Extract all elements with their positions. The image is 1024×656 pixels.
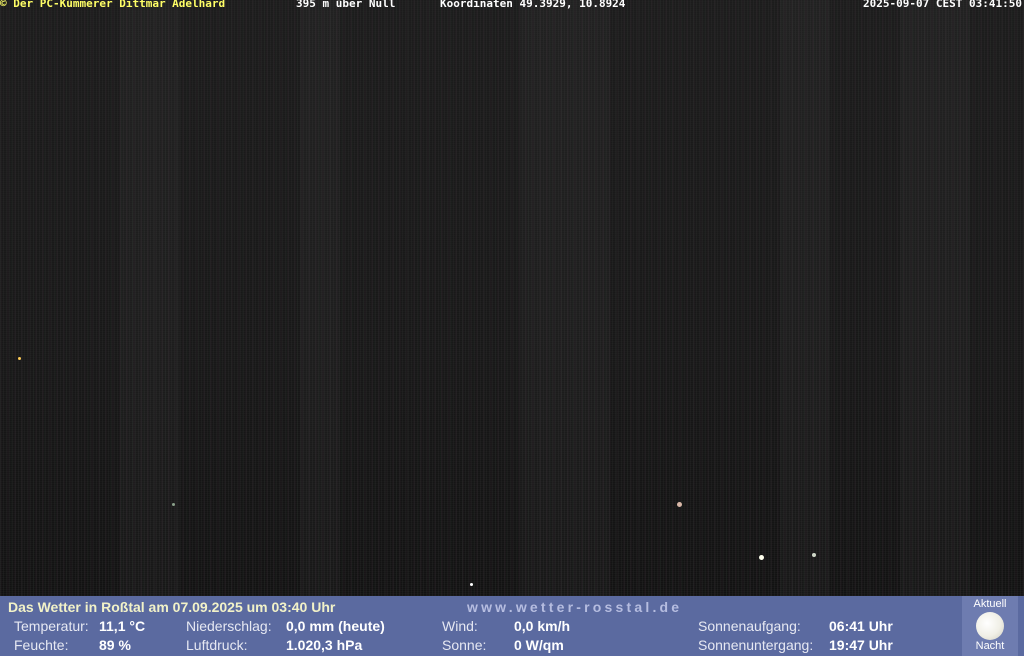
sun-value: 0 W/qm [514,637,564,653]
wind-label: Wind: [442,618,478,634]
site-url: www.wetter-rosstal.de [467,599,683,615]
altitude-text: 395 m über Null [296,0,396,10]
sunset-label: Sonnenuntergang: [698,637,814,653]
sunrise-label: Sonnenaufgang: [698,618,801,634]
camera-overlay-bar: © Der PC-Kümmerer Dittmar Adelhard 395 m… [0,0,1024,12]
image-texture-band [120,0,180,596]
moon-night-label: Nacht [975,640,1005,652]
distant-light [759,555,764,560]
humidity-value: 89 % [99,637,131,653]
copyright-text: © Der PC-Kümmerer Dittmar Adelhard [0,0,226,10]
weather-title: Das Wetter in Roßtal am 07.09.2025 um 03… [8,599,336,615]
image-texture-band [520,0,610,596]
wind-value: 0,0 km/h [514,618,571,634]
distant-light [18,357,21,360]
precipitation-label: Niederschlag: [186,618,272,634]
image-texture-band [300,0,340,596]
distant-light [812,553,816,557]
temperature-value: 11,1 °C [99,618,146,634]
distant-light [172,503,175,506]
humidity-label: Feuchte: [14,637,69,653]
precipitation-value: 0,0 mm (heute) [286,618,385,634]
moon-current-label: Aktuell [973,598,1007,610]
coordinates-text: Koordinaten 49.3929, 10.8924 [440,0,626,10]
moon-phase-box: Aktuell Nacht [962,596,1018,656]
sun-label: Sonne: [442,637,487,653]
sunset-value: 19:47 Uhr [829,637,893,653]
pressure-value: 1.020,3 hPa [286,637,363,653]
distant-light [677,502,682,507]
webcam-night-image [0,0,1024,596]
sunrise-value: 06:41 Uhr [829,618,893,634]
distant-light [470,583,473,586]
full-moon-icon [976,612,1004,640]
timestamp-text: 2025-09-07 CEST 03:41:50 [863,0,1022,10]
image-texture-band [780,0,830,596]
temperature-label: Temperatur: [14,618,89,634]
image-texture-band [900,0,970,596]
weather-panel: Das Wetter in Roßtal am 07.09.2025 um 03… [0,596,1024,656]
pressure-label: Luftdruck: [186,637,248,653]
